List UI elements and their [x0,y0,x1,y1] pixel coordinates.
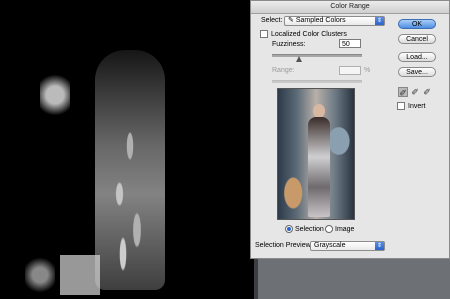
fuzziness-slider-thumb[interactable] [296,56,302,62]
localized-clusters-label: Localized Color Clusters [271,30,347,38]
chevron-updown-icon: ⇕ [375,17,384,25]
eyedropper-minus-icon[interactable]: ✐ [422,87,432,97]
fuzziness-label: Fuzziness: [272,41,306,48]
radio-image[interactable] [325,225,333,233]
radio-selection-label: Selection [295,225,324,233]
range-slider[interactable] [272,80,362,83]
ok-button[interactable]: OK [398,19,436,29]
dialog-title: Color Range [251,1,449,14]
selection-preview-dropdown[interactable]: Grayscale ⇕ [310,241,385,251]
select-dropdown[interactable]: ✎ Sampled Colors ⇕ [284,16,385,26]
fuzziness-slider[interactable] [272,54,362,57]
eyedropper-icon[interactable]: ✐ [398,87,408,98]
chevron-updown-icon: ⇕ [375,242,384,250]
range-input[interactable] [339,66,361,75]
canvas-highlight [25,255,55,295]
fuzziness-input[interactable]: 50 [339,39,361,48]
preview-figure-head [313,104,325,118]
eyedropper-plus-icon[interactable]: ✐ [410,87,420,97]
cancel-button[interactable]: Cancel [398,34,436,44]
localized-clusters-checkbox[interactable] [260,30,268,38]
localized-clusters-option[interactable]: Localized Color Clusters [260,30,347,38]
range-label: Range: [272,67,295,74]
preview-figure-dress [308,117,330,217]
canvas-figure [95,50,165,290]
invert-label: Invert [408,102,426,110]
selection-preview-value: Grayscale [314,242,346,249]
invert-option[interactable]: Invert [397,102,426,110]
radio-image-label: Image [335,225,355,233]
radio-selection[interactable] [285,225,293,233]
select-value: Sampled Colors [295,17,346,24]
selection-preview-thumbnail[interactable] [277,88,355,220]
canvas-highlight [40,70,70,120]
select-label: Select: [261,17,283,24]
canvas-highlight [60,255,100,295]
load-button[interactable]: Load... [398,52,436,62]
image-canvas[interactable] [0,0,254,299]
radio-image-option[interactable]: Image [325,225,354,233]
save-button[interactable]: Save... [398,67,436,77]
range-unit: % [364,67,371,74]
color-range-dialog: Color Range Select: ✎ Sampled Colors ⇕ L… [250,0,450,259]
selection-preview-label: Selection Preview: [255,242,313,249]
radio-selection-option[interactable]: Selection [285,225,324,233]
invert-checkbox[interactable] [397,102,405,110]
eyedropper-icon: ✎ [288,17,296,24]
